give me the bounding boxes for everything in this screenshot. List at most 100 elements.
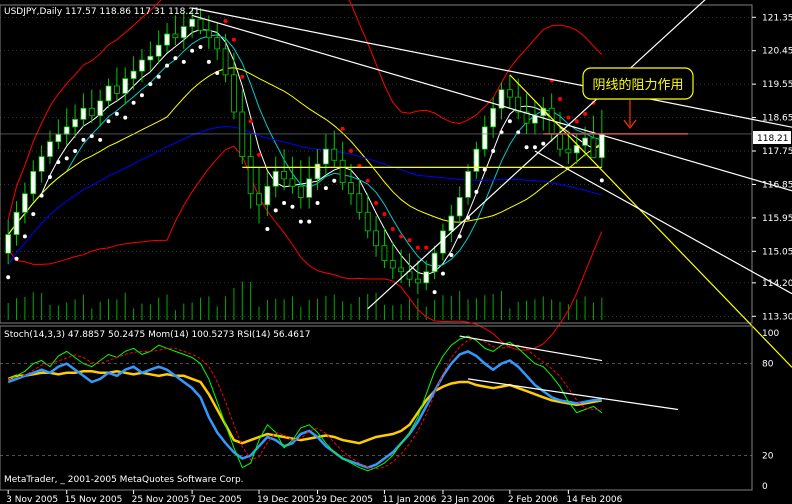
date-tick-label: 25 Nov 2005 — [132, 495, 190, 504]
sar-dot — [332, 178, 337, 183]
candle-body — [105, 85, 112, 102]
candle-body — [63, 126, 70, 135]
candle-body — [147, 55, 154, 61]
candle-body — [532, 115, 538, 124]
candle-body — [557, 133, 563, 150]
sar-dot — [440, 271, 445, 276]
date-tick-label: 19 Dec 2005 — [257, 495, 315, 504]
sar-dot — [307, 219, 312, 224]
candle-body — [264, 185, 271, 206]
sar-dot — [240, 74, 245, 79]
current-price-tag: 118.21 — [753, 131, 791, 144]
sar-dot — [424, 245, 429, 250]
candle-body — [364, 211, 371, 232]
candle-body — [222, 48, 229, 76]
price-tick-label: 115.05 — [762, 247, 792, 257]
sar-dot — [165, 63, 170, 68]
sar-dot — [298, 219, 303, 224]
candle-body — [164, 33, 170, 46]
sar-dot — [123, 115, 128, 120]
sar-dot — [56, 160, 61, 165]
candle-body — [113, 85, 120, 94]
date-tick-label: 11 Jan 2006 — [382, 495, 436, 504]
sar-dot — [223, 19, 228, 23]
date-tick-label: 23 Jan 2006 — [441, 495, 495, 504]
sar-dot — [22, 234, 27, 239]
candle-body — [506, 89, 513, 98]
sar-dot — [190, 48, 195, 53]
candle-body — [423, 271, 430, 284]
candle-body — [473, 148, 480, 172]
candle-body — [239, 111, 246, 157]
sar-dot — [73, 149, 78, 153]
candle-body — [122, 78, 129, 94]
candle-body — [214, 37, 221, 50]
candle-body — [373, 230, 379, 247]
price-tick-label: 121.35 — [762, 13, 792, 23]
sar-dot — [64, 156, 69, 161]
sar-dot — [198, 45, 203, 49]
price-tick-label: 116.85 — [762, 180, 792, 190]
sar-dot — [156, 74, 161, 79]
date-tick-label: 7 Dec 2005 — [190, 495, 242, 504]
sar-dot — [415, 245, 420, 250]
date-tick-label: 14 Feb 2006 — [566, 495, 622, 504]
date-tick-label: 3 Nov 2005 — [6, 495, 58, 504]
candle-body — [139, 59, 145, 72]
sar-dot — [206, 59, 211, 64]
sar-dot — [114, 111, 119, 116]
candle-body — [348, 182, 354, 195]
sar-dot — [482, 167, 487, 172]
indicator-tick-label: 100 — [762, 329, 779, 339]
candle-body — [189, 18, 196, 27]
sar-dot — [348, 149, 353, 153]
sar-dot — [432, 290, 437, 295]
sar-dot — [47, 175, 52, 179]
price-tick-label: 119.55 — [762, 80, 792, 90]
candle-body — [256, 193, 262, 206]
sar-dot — [340, 126, 345, 131]
price-tick-label: 114.20 — [762, 279, 792, 289]
sar-dot — [215, 71, 220, 75]
sar-dot — [583, 111, 588, 116]
candle-body — [155, 44, 162, 57]
sar-dot — [407, 238, 412, 243]
candle-body — [565, 148, 572, 154]
sar-dot — [382, 212, 387, 217]
sar-dot — [131, 100, 136, 105]
date-tick-label: 15 Nov 2005 — [65, 495, 123, 504]
candle-body — [448, 215, 455, 232]
candle-body — [297, 185, 304, 198]
candle-body — [590, 137, 597, 159]
sar-dot — [89, 134, 94, 139]
sar-dot — [173, 56, 178, 61]
candle-body — [13, 211, 20, 235]
sar-dot — [81, 137, 86, 142]
candle-body — [80, 107, 87, 120]
symbol-header: USDJPY,Daily 117.57 118.86 117.31 118.21 — [4, 7, 200, 17]
sar-dot — [282, 201, 287, 205]
candle-body — [331, 148, 338, 161]
candle-body — [582, 137, 589, 146]
candle-body — [481, 126, 488, 150]
sar-dot — [457, 234, 462, 239]
sar-dot — [574, 119, 579, 124]
candle-body — [197, 18, 204, 31]
sar-dot — [541, 141, 546, 146]
candle-body — [356, 193, 363, 213]
candle-body — [339, 159, 346, 183]
sar-dot — [524, 145, 529, 150]
candle-body — [130, 70, 137, 79]
candle-body — [289, 178, 296, 187]
sar-dot — [558, 97, 563, 101]
sar-dot — [323, 186, 328, 191]
candle-body — [21, 193, 28, 213]
candle-body — [205, 29, 212, 39]
candle-body — [490, 107, 497, 128]
chart-stage: 121.35 120.45 119.55 118.65 117.75 116.85 115.… — [0, 0, 792, 504]
candle-body — [281, 171, 288, 180]
copyright-text: MetaTrader, _ 2001-2005 MetaQuotes Softw… — [4, 475, 244, 485]
indicator-tick-label: 80 — [762, 360, 774, 370]
sar-dot — [599, 178, 604, 183]
candle-body — [88, 107, 95, 117]
